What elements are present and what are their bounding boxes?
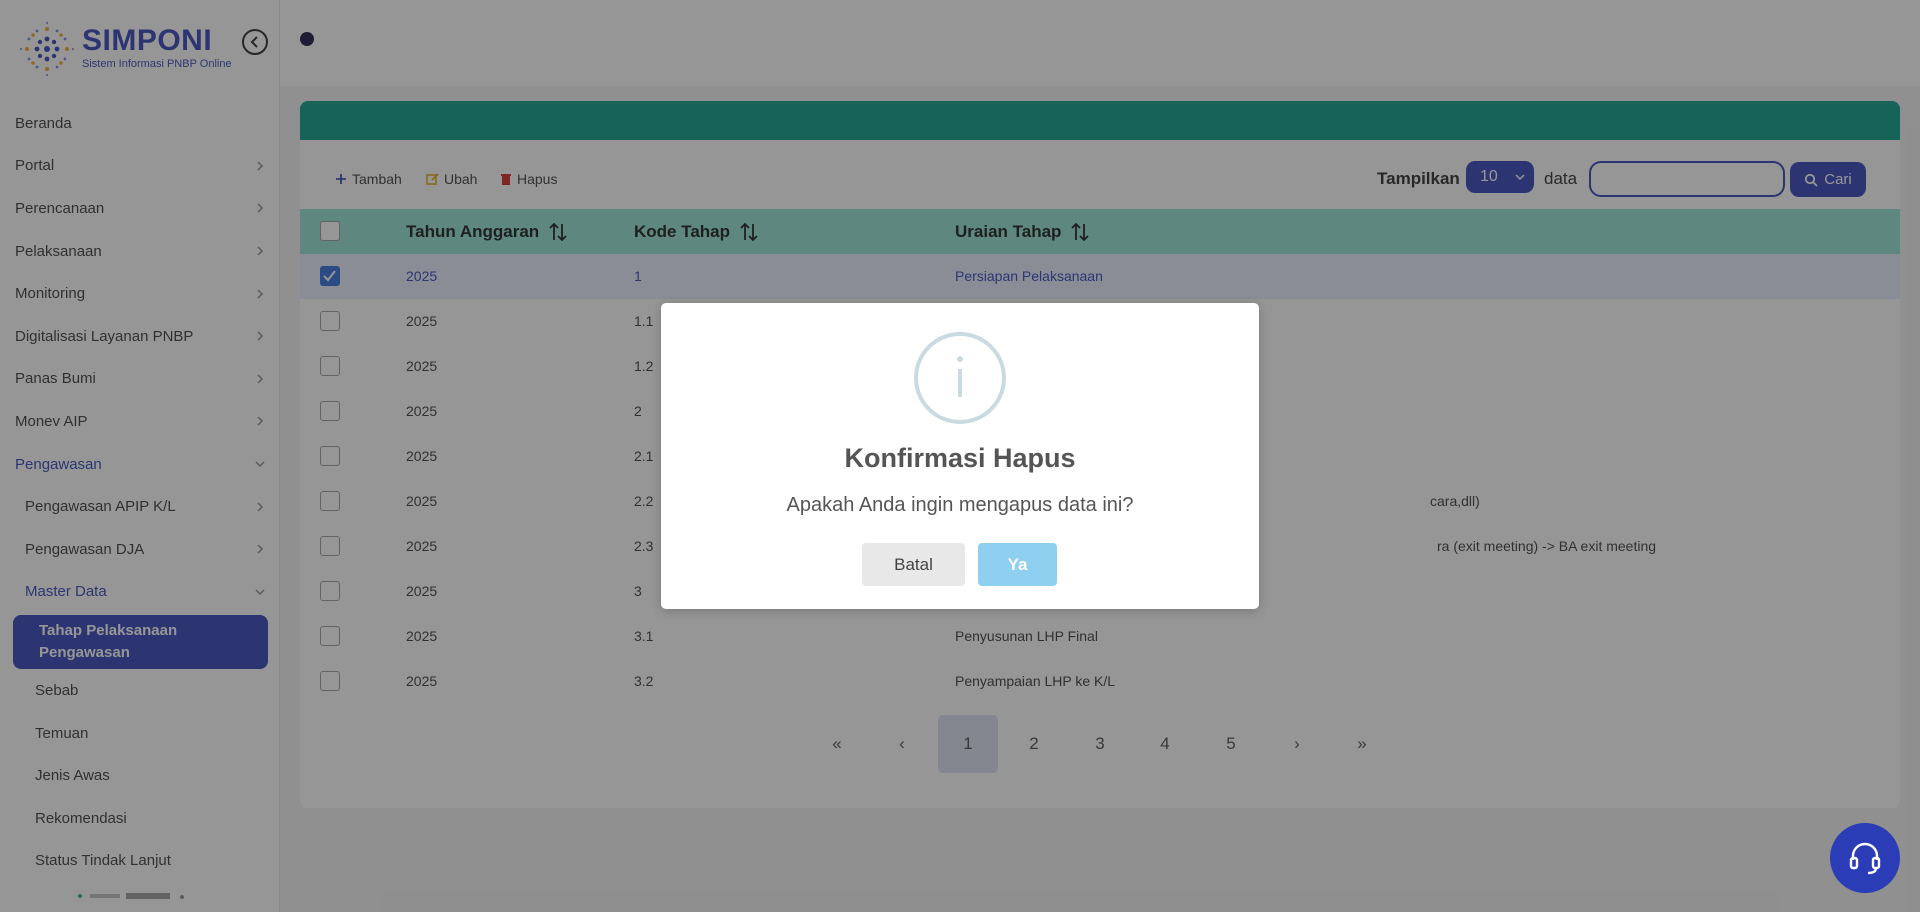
- headset-icon: [1849, 842, 1881, 875]
- modal-title: Konfirmasi Hapus: [844, 443, 1076, 473]
- confirm-button[interactable]: Ya: [978, 543, 1057, 586]
- confirm-delete-modal: Konfirmasi Hapus Apakah Anda ingin menga…: [661, 303, 1259, 609]
- help-support-button[interactable]: [1830, 823, 1900, 893]
- cancel-button[interactable]: Batal: [862, 543, 965, 586]
- modal-message: Apakah Anda ingin mengapus data ini?: [786, 494, 1134, 516]
- info-icon: [914, 332, 1006, 424]
